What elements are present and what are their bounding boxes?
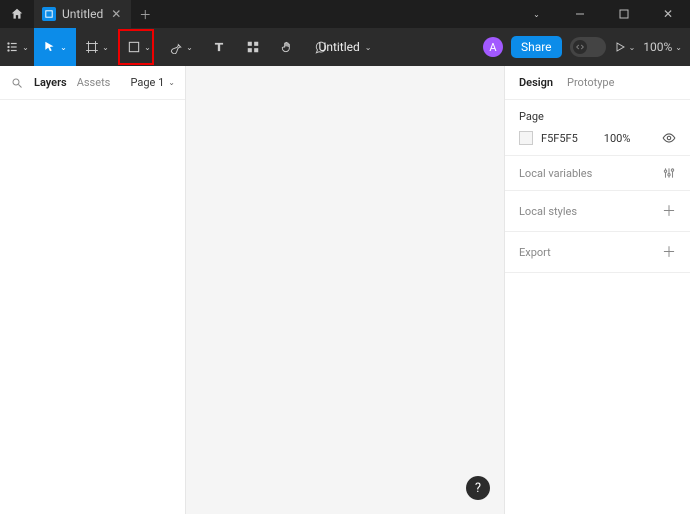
close-tab-icon[interactable]: ✕ bbox=[109, 7, 123, 21]
page-color-hex: F5F5F5 bbox=[541, 132, 578, 145]
dev-mode-toggle[interactable] bbox=[570, 37, 606, 57]
window-controls: ⌄ ✕ bbox=[514, 0, 690, 28]
main-toolbar: ⌄ ⌄ ⌄ ⌄ ⌄ Untitled ⌄ A Share bbox=[0, 28, 690, 66]
document-title[interactable]: Untitled ⌄ bbox=[319, 40, 372, 54]
main-menu-button[interactable]: ⌄ bbox=[0, 28, 34, 66]
chevron-down-icon: ⌄ bbox=[365, 43, 372, 52]
window-minimize-button[interactable] bbox=[558, 0, 602, 28]
zoom-control[interactable]: 100% ⌄ bbox=[643, 40, 682, 54]
new-tab-button[interactable]: ＋ bbox=[131, 6, 159, 23]
pen-tool[interactable]: ⌄ bbox=[160, 28, 202, 66]
help-button[interactable]: ? bbox=[466, 476, 490, 500]
assets-tab[interactable]: Assets bbox=[77, 76, 111, 89]
text-tool[interactable] bbox=[202, 28, 236, 66]
page-section-title: Page bbox=[519, 110, 676, 123]
page-selector-label: Page 1 bbox=[131, 76, 165, 89]
window-close-button[interactable]: ✕ bbox=[646, 0, 690, 28]
search-icon[interactable] bbox=[10, 76, 24, 90]
share-button-label: Share bbox=[521, 40, 552, 54]
layers-tab[interactable]: Layers bbox=[34, 76, 67, 89]
avatar[interactable]: A bbox=[483, 37, 503, 57]
window-maximize-button[interactable] bbox=[602, 0, 646, 28]
present-button[interactable]: ⌄ bbox=[614, 41, 636, 53]
local-styles-label: Local styles bbox=[519, 205, 577, 218]
resources-tool[interactable] bbox=[236, 28, 270, 66]
shape-tool[interactable]: ⌄ bbox=[118, 28, 160, 66]
page-color-opacity: 100% bbox=[604, 132, 631, 145]
left-panel: Layers Assets Page 1 ⌄ bbox=[0, 66, 186, 514]
variables-settings-icon[interactable] bbox=[662, 166, 676, 180]
figma-file-icon bbox=[42, 7, 56, 21]
add-export-icon[interactable]: ＋ bbox=[662, 242, 676, 262]
export-section: Export ＋ bbox=[505, 232, 690, 273]
toolbar-right-group: A Share ⌄ 100% ⌄ bbox=[483, 36, 690, 58]
prototype-tab[interactable]: Prototype bbox=[567, 76, 614, 89]
share-button[interactable]: Share bbox=[511, 36, 562, 58]
window-more-button[interactable]: ⌄ bbox=[514, 0, 558, 28]
frame-tool[interactable]: ⌄ bbox=[76, 28, 118, 66]
layers-tab-label: Layers bbox=[34, 76, 67, 89]
page-section: Page F5F5F5 100% bbox=[505, 100, 690, 156]
dev-mode-icon bbox=[573, 40, 587, 54]
right-panel: Design Prototype Page F5F5F5 100% Local … bbox=[504, 66, 690, 514]
help-button-label: ? bbox=[475, 481, 481, 496]
app-body: Layers Assets Page 1 ⌄ ? Design Prototyp… bbox=[0, 66, 690, 514]
layers-list bbox=[0, 100, 185, 514]
move-tool[interactable]: ⌄ bbox=[34, 28, 76, 66]
design-tab-label: Design bbox=[519, 76, 553, 89]
left-panel-header: Layers Assets Page 1 ⌄ bbox=[0, 66, 185, 100]
tab-title: Untitled bbox=[62, 7, 103, 21]
export-label: Export bbox=[519, 246, 551, 259]
file-tab[interactable]: Untitled ✕ bbox=[34, 0, 131, 28]
right-panel-header: Design Prototype bbox=[505, 66, 690, 100]
hand-tool[interactable] bbox=[270, 28, 304, 66]
local-variables-section: Local variables bbox=[505, 156, 690, 191]
local-styles-section: Local styles ＋ bbox=[505, 191, 690, 232]
page-color-row[interactable]: F5F5F5 100% bbox=[519, 131, 676, 145]
avatar-letter: A bbox=[489, 41, 496, 54]
local-variables-label: Local variables bbox=[519, 167, 592, 180]
home-button[interactable] bbox=[0, 7, 34, 21]
assets-tab-label: Assets bbox=[77, 76, 111, 89]
document-title-text: Untitled bbox=[319, 40, 360, 54]
page-selector[interactable]: Page 1 ⌄ bbox=[131, 76, 176, 89]
prototype-tab-label: Prototype bbox=[567, 76, 614, 89]
canvas[interactable]: ? bbox=[186, 66, 504, 514]
page-color-swatch[interactable] bbox=[519, 131, 533, 145]
add-style-icon[interactable]: ＋ bbox=[662, 201, 676, 221]
zoom-value: 100% bbox=[643, 40, 672, 54]
design-tab[interactable]: Design bbox=[519, 76, 553, 89]
visibility-icon[interactable] bbox=[662, 131, 676, 145]
window-titlebar: Untitled ✕ ＋ ⌄ ✕ bbox=[0, 0, 690, 28]
